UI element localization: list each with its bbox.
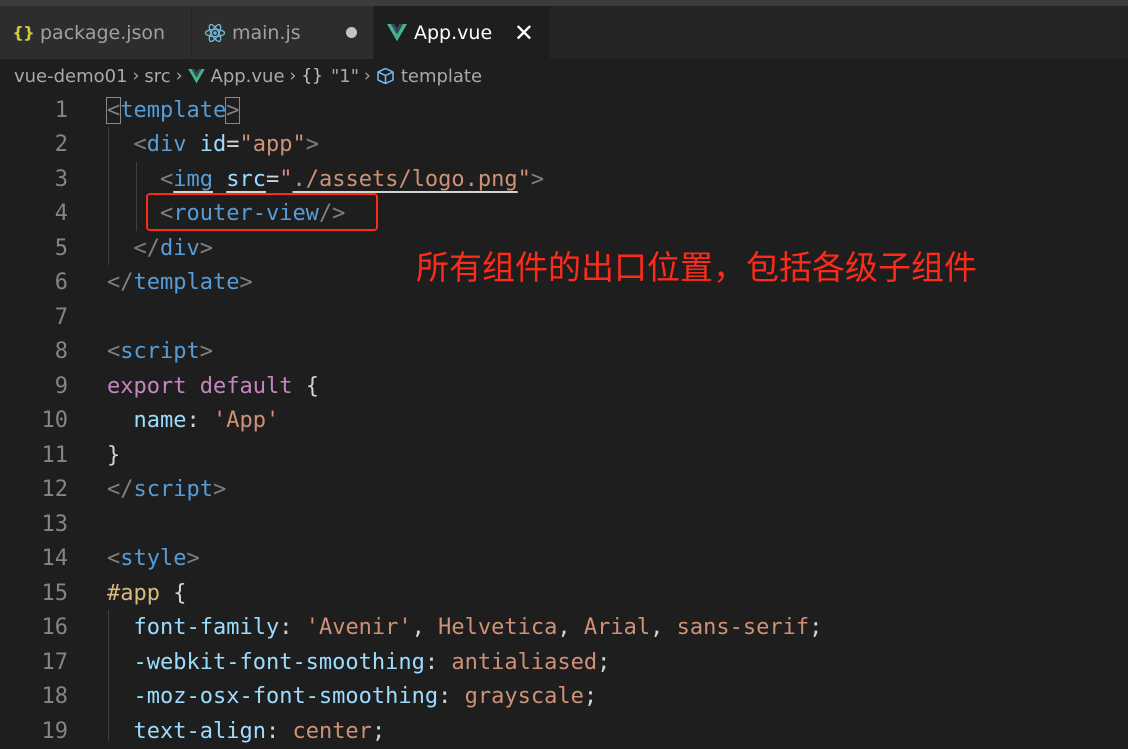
- line-content: -webkit-font-smoothing: antialiased;: [133, 649, 611, 675]
- vue-logo-icon: [384, 21, 410, 45]
- close-icon[interactable]: ✕: [514, 21, 534, 45]
- code-line: 15 #app {: [0, 576, 1128, 611]
- line-content: text-align: center;: [133, 718, 386, 744]
- line-number: 19: [41, 718, 69, 744]
- tab-label: package.json: [40, 21, 166, 44]
- tab-label: App.vue: [414, 21, 493, 44]
- chevron-right-icon: ›: [364, 66, 371, 86]
- breadcrumb-item-src[interactable]: src: [144, 66, 170, 87]
- line-content: < div id = "app" >: [133, 132, 319, 158]
- chevron-right-icon: ›: [132, 66, 140, 86]
- line-content: </template >: [107, 270, 253, 296]
- line-number: 8: [54, 339, 68, 365]
- code-line: 9 export default {: [0, 369, 1128, 404]
- tab-main-js[interactable]: main.js: [192, 6, 374, 59]
- code-line: 13: [0, 507, 1128, 542]
- code-line: 16 font-family: 'Avenir', Helvetica, Ari…: [0, 611, 1128, 646]
- line-content: </div >: [133, 235, 214, 261]
- line-content: -moz-osx-font-smoothing: grayscale;: [133, 684, 598, 710]
- line-content: < style >: [107, 546, 200, 572]
- line-number: 17: [41, 649, 69, 675]
- line-number: 13: [41, 511, 69, 537]
- code-line: 1 < template >: [0, 93, 1128, 128]
- tab-app-vue[interactable]: App.vue ✕: [374, 6, 551, 59]
- tab-label: main.js: [232, 21, 301, 44]
- breadcrumb-item-folder[interactable]: vue-demo01: [14, 66, 128, 87]
- code-line: 12 </script >: [0, 473, 1128, 508]
- annotation-text: 所有组件的出口位置，包括各级子组件: [416, 248, 977, 287]
- braces-icon: {}: [301, 66, 323, 86]
- chevron-right-icon: ›: [175, 66, 183, 86]
- line-number: 3: [54, 166, 68, 192]
- line-number: 5: [54, 235, 68, 261]
- line-content: < img src = " ./assets/logo.png " >: [159, 166, 545, 192]
- code-line: 10 name: 'App': [0, 404, 1128, 439]
- line-content: name: 'App': [133, 408, 280, 434]
- unsaved-dot-icon[interactable]: [346, 27, 357, 38]
- line-number: 4: [54, 201, 68, 227]
- breadcrumb-item-object[interactable]: "1": [331, 66, 359, 87]
- code-editor[interactable]: 1 < template > 2 < div id = "app" > 3 < img src…: [0, 93, 1128, 744]
- line-number: 9: [54, 373, 68, 399]
- code-line: 8 < script >: [0, 335, 1128, 370]
- line-number: 18: [41, 684, 69, 710]
- line-number: 14: [41, 546, 69, 572]
- cube-symbol-icon: [376, 67, 395, 85]
- line-number: 2: [54, 132, 68, 158]
- code-line: 7: [0, 300, 1128, 335]
- line-number: 10: [41, 408, 69, 434]
- react-atom-icon: [202, 21, 228, 45]
- code-line: 14 < style >: [0, 542, 1128, 577]
- code-line: 2 < div id = "app" >: [0, 128, 1128, 163]
- line-content: }: [107, 442, 121, 468]
- code-line: 17 -webkit-font-smoothing: antialiased;: [0, 645, 1128, 680]
- line-content: < template >: [105, 96, 241, 124]
- highlight-box: [146, 193, 378, 231]
- code-line: 3 < img src = " ./assets/logo.png " >: [0, 162, 1128, 197]
- line-number: 7: [54, 304, 68, 330]
- editor-tab-bar: { } package.json main.js App.vue ✕: [0, 6, 1128, 59]
- chevron-right-icon: ›: [289, 66, 297, 86]
- code-line: 19 text-align: center;: [0, 714, 1128, 749]
- breadcrumb-item-file[interactable]: App.vue: [211, 66, 285, 87]
- line-number: 6: [54, 270, 68, 296]
- line-content: </script >: [107, 477, 227, 503]
- line-number: 16: [41, 615, 69, 641]
- code-line: 11 }: [0, 438, 1128, 473]
- line-number: 12: [41, 477, 69, 503]
- line-number: 11: [41, 442, 69, 468]
- line-content: font-family: 'Avenir', Helvetica, Arial,…: [133, 615, 823, 641]
- vue-logo-icon: [187, 68, 205, 84]
- breadcrumb-item-template[interactable]: template: [401, 66, 482, 87]
- line-number: 15: [41, 580, 69, 606]
- line-number: 1: [54, 97, 68, 123]
- line-content: #app {: [107, 580, 187, 606]
- line-content: < script >: [107, 339, 213, 365]
- code-line: 18 -moz-osx-font-smoothing: grayscale;: [0, 680, 1128, 715]
- tab-package-json[interactable]: { } package.json: [0, 6, 192, 59]
- breadcrumb: vue-demo01 › src › App.vue › {} "1" › te…: [0, 59, 1128, 93]
- line-content: export default {: [107, 373, 319, 399]
- json-braces-icon: { }: [12, 23, 34, 42]
